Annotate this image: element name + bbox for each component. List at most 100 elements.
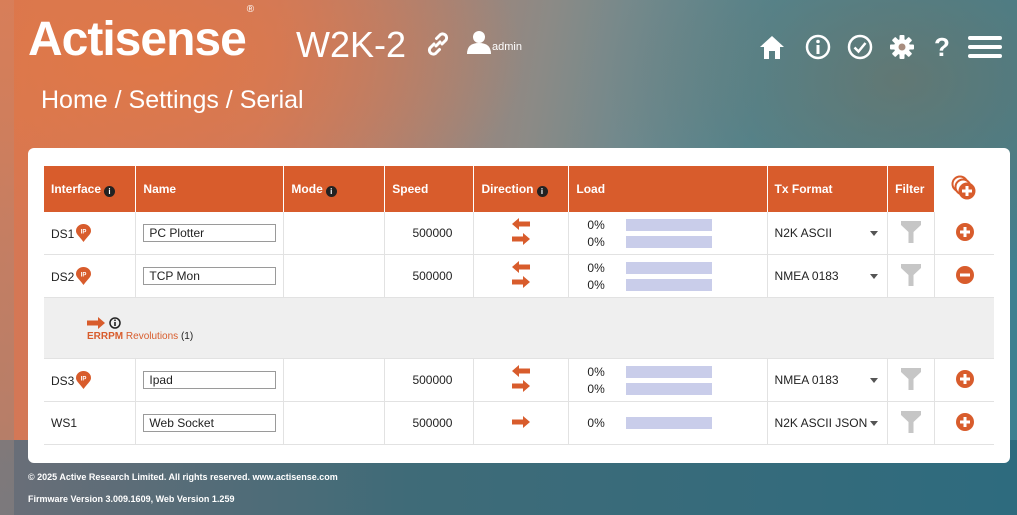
speed-value: 500000 <box>384 254 475 298</box>
direction-cell <box>473 358 570 402</box>
filter-icon <box>901 220 922 243</box>
name-input[interactable]: TCP Mon <box>143 267 277 285</box>
info-icon[interactable]: i <box>536 185 548 197</box>
brand-logo[interactable]: Actisense® <box>28 4 254 67</box>
info-icon[interactable]: i <box>325 185 337 197</box>
load-percent: 0% <box>587 364 605 379</box>
ip-badge-icon: IP <box>76 370 92 389</box>
name-input[interactable]: Ipad <box>143 371 277 389</box>
registered-mark: ® <box>246 4 254 15</box>
svg-text:?: ? <box>934 33 950 61</box>
load-row: 0% <box>576 233 759 250</box>
name-input[interactable]: Web Socket <box>143 414 277 432</box>
load-percent: 0% <box>587 381 605 396</box>
col-name: Name <box>135 166 285 212</box>
load-percent: 0% <box>587 217 605 232</box>
home-icon[interactable] <box>758 33 786 61</box>
load-row: 0% <box>576 363 759 380</box>
add-interface-button[interactable] <box>955 412 974 434</box>
table-row: WS1 Web Socket 500000 0% N2K ASCII JSON <box>44 401 994 445</box>
speed-value: 500000 <box>384 401 475 445</box>
tx-format-value: NMEA 0183 <box>774 269 839 283</box>
ip-badge-icon: IP <box>76 266 92 285</box>
action-cell <box>934 401 994 445</box>
pgn-count: (1) <box>180 330 194 342</box>
pgn-sub-content: ERRPM Revolutions (1) <box>51 315 987 342</box>
add-interface-button[interactable] <box>934 166 994 212</box>
col-load: Load <box>568 166 768 212</box>
load-row: 0% <box>576 216 759 233</box>
gear-icon[interactable] <box>888 33 916 61</box>
tx-format-value: NMEA 0183 <box>774 373 839 387</box>
pgn-direction <box>87 315 987 331</box>
serial-settings-card: Interface i Name Mode i Speed Direction i L… <box>28 148 1010 463</box>
filter-button[interactable] <box>887 212 936 255</box>
add-interface-button[interactable] <box>955 369 974 391</box>
device-name: W2K-2 <box>296 24 407 65</box>
load-percent: 0% <box>587 416 605 430</box>
load-bar <box>626 218 713 231</box>
interface-cell: DS3 IP <box>44 358 137 402</box>
col-tx-format: Tx Format <box>767 166 889 212</box>
chevron-down-icon <box>870 420 879 426</box>
col-mode: Mode i <box>283 166 386 212</box>
load-cell: 0% 0% <box>568 358 768 402</box>
tx-format-select[interactable]: N2K ASCII JSON <box>767 401 889 445</box>
filter-icon <box>901 410 922 433</box>
tx-format-select[interactable]: N2K ASCII <box>767 212 889 255</box>
filter-button[interactable] <box>887 254 936 298</box>
arrow-left-icon <box>512 365 531 377</box>
col-speed: Speed <box>384 166 475 212</box>
load-bar <box>626 261 713 274</box>
user-name: admin <box>492 41 522 53</box>
load-bar <box>626 235 713 248</box>
tx-format-select[interactable]: NMEA 0183 <box>767 358 889 402</box>
load-row: 0% <box>576 276 759 293</box>
menu-icon[interactable] <box>966 33 1004 61</box>
load-bar <box>626 417 713 429</box>
check-circle-icon[interactable] <box>846 33 874 61</box>
name-cell: Web Socket <box>135 401 285 445</box>
mode-cell <box>283 212 386 255</box>
info-icon[interactable] <box>109 316 121 329</box>
col-direction: Direction i <box>473 166 570 212</box>
arrow-right-icon <box>512 415 531 428</box>
load-cell: 0% <box>568 401 768 445</box>
load-row: 0% <box>576 415 759 432</box>
svg-text:IP: IP <box>81 272 87 278</box>
tx-format-select[interactable]: NMEA 0183 <box>767 254 889 298</box>
filter-button[interactable] <box>887 401 936 445</box>
arrow-right-icon <box>512 380 531 392</box>
filter-icon <box>901 263 922 286</box>
tx-format-value: N2K ASCII JSON <box>774 416 868 430</box>
pgn-sub-row: ERRPM Revolutions (1) <box>44 297 994 359</box>
ip-badge-icon: IP <box>76 223 92 242</box>
interface-label: WS1 <box>51 416 78 430</box>
remove-interface-button[interactable] <box>955 265 974 287</box>
help-icon[interactable]: ? <box>930 33 954 61</box>
remove-icon <box>955 265 974 284</box>
chevron-down-icon <box>870 230 879 236</box>
svg-text:IP: IP <box>81 376 87 382</box>
name-input[interactable]: PC Plotter <box>143 224 277 242</box>
interface-cell: WS1 <box>44 401 137 445</box>
load-row: 0% <box>576 380 759 397</box>
info-icon[interactable]: i <box>104 185 116 197</box>
interface-label: DS3 <box>51 373 75 388</box>
load-bar <box>626 365 713 378</box>
table-header: Interface i Name Mode i Speed Direction i L… <box>44 166 994 212</box>
direction-cell <box>473 401 570 445</box>
filter-icon <box>901 367 922 390</box>
header: Actisense® W2K-2 admin ? Home / Settings… <box>0 0 1017 150</box>
add-interface-button[interactable] <box>955 222 974 244</box>
action-cell <box>934 212 994 255</box>
add-icon <box>955 369 974 388</box>
interface-cell: DS2 IP <box>44 254 137 298</box>
col-filter: Filter <box>887 166 936 212</box>
link-icon[interactable] <box>424 30 452 58</box>
info-icon[interactable] <box>804 33 832 61</box>
tx-format-value: N2K ASCII <box>774 226 832 240</box>
pgn-entry[interactable]: ERRPM Revolutions (1) <box>87 331 987 342</box>
load-bar <box>626 382 713 395</box>
filter-button[interactable] <box>887 358 936 402</box>
